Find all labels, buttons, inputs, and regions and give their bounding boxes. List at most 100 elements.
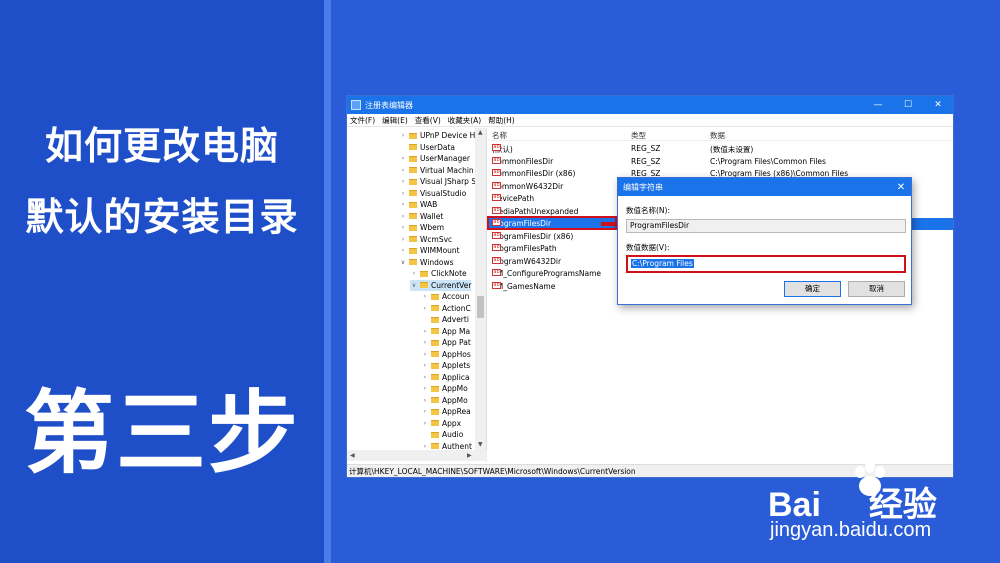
- tree-item[interactable]: › Accoun: [421, 291, 470, 302]
- menu-help[interactable]: 帮助(H): [488, 115, 515, 126]
- chevron-right-icon[interactable]: ›: [399, 213, 407, 220]
- value-name-text: CommonFilesDir (x86): [492, 169, 576, 178]
- maximize-icon[interactable]: ☐: [893, 96, 923, 114]
- folder-icon: [409, 236, 417, 242]
- scroll-up-icon[interactable]: ▲: [478, 129, 483, 136]
- chevron-down-icon[interactable]: ∨: [399, 259, 407, 266]
- tree-item[interactable]: › VisualStudio: [399, 188, 466, 199]
- scroll-thumb[interactable]: [477, 296, 484, 318]
- chevron-down-icon[interactable]: ∨: [410, 282, 418, 289]
- chevron-right-icon[interactable]: ›: [421, 305, 429, 312]
- chevron-right-icon[interactable]: ›: [421, 420, 429, 427]
- folder-icon: [409, 201, 417, 208]
- dialog-title: 编辑字符串: [623, 182, 663, 192]
- edit-string-dialog: 编辑字符串 ✕ 数值名称(N): ProgramFilesDir 数值数据(V)…: [617, 177, 912, 305]
- tree-item[interactable]: › Applica: [421, 372, 470, 383]
- tree-item[interactable]: › Wbem: [399, 222, 444, 233]
- chevron-right-icon[interactable]: ›: [421, 385, 429, 392]
- tree-item[interactable]: › AppHos: [421, 349, 471, 360]
- minimize-icon[interactable]: —: [863, 96, 893, 114]
- scroll-right-icon[interactable]: ▶: [467, 452, 472, 459]
- tree-item-label: Applica: [442, 372, 470, 382]
- tree-item[interactable]: › Applets: [421, 360, 470, 371]
- chevron-right-icon[interactable]: ›: [421, 374, 429, 381]
- tree-item[interactable]: Audio: [421, 429, 463, 440]
- tree-item[interactable]: Adverti: [421, 314, 469, 325]
- chevron-right-icon[interactable]: ›: [399, 247, 407, 254]
- chevron-right-icon[interactable]: ›: [399, 155, 407, 162]
- chevron-right-icon[interactable]: ›: [410, 270, 418, 277]
- tree-item[interactable]: › UPnP Device H: [399, 130, 475, 141]
- tree-vertical-scrollbar[interactable]: ▲ ▼: [475, 128, 486, 450]
- close-icon[interactable]: ✕: [923, 96, 953, 114]
- tree-item[interactable]: › UserManager: [399, 153, 470, 164]
- chevron-right-icon[interactable]: ›: [399, 201, 407, 208]
- chevron-right-icon[interactable]: ›: [421, 328, 429, 335]
- chevron-right-icon[interactable]: ›: [399, 236, 407, 243]
- tree-item[interactable]: › AppRea: [421, 406, 471, 417]
- tree-item[interactable]: › AppMo: [421, 383, 468, 394]
- folder-icon: [431, 328, 439, 334]
- tree-item[interactable]: › WAB: [399, 199, 438, 210]
- tree-item[interactable]: › Appx: [421, 418, 461, 429]
- chevron-right-icon[interactable]: ›: [421, 397, 429, 404]
- cancel-button[interactable]: 取消: [848, 281, 905, 297]
- chevron-right-icon[interactable]: ›: [399, 178, 407, 185]
- value-data-label: 数值数据(V):: [626, 243, 670, 252]
- chevron-right-icon[interactable]: ›: [421, 293, 429, 300]
- scroll-left-icon[interactable]: ◀: [350, 452, 355, 459]
- tree-item[interactable]: › AppMo: [421, 395, 468, 406]
- value-name-cell: ab ProgramW6432Dir: [492, 256, 562, 266]
- tree-item[interactable]: › WIMMount: [399, 245, 460, 256]
- chevron-right-icon[interactable]: ›: [399, 132, 407, 139]
- chevron-right-icon[interactable]: ›: [399, 224, 407, 231]
- menu-favorites[interactable]: 收藏夹(A): [448, 115, 481, 126]
- step-label: 第三步: [24, 381, 300, 486]
- tree-item[interactable]: › App Ma: [421, 326, 470, 337]
- value-name-field[interactable]: ProgramFilesDir: [626, 219, 906, 233]
- column-data[interactable]: 数据: [710, 130, 725, 141]
- tree-item[interactable]: UserData: [399, 142, 455, 153]
- watermark-url: jingyan.baidu.com: [770, 519, 932, 541]
- value-data-field[interactable]: C:\Program Files: [626, 255, 906, 273]
- tree-horizontal-scrollbar[interactable]: ◀ ▶: [347, 450, 487, 461]
- value-type-cell: REG_SZ: [631, 156, 661, 166]
- dialog-titlebar[interactable]: 编辑字符串 ✕: [618, 178, 911, 196]
- folder-icon: [431, 293, 439, 300]
- column-type[interactable]: 类型: [631, 130, 646, 141]
- chevron-right-icon[interactable]: ›: [421, 408, 429, 415]
- tree-item[interactable]: › Wallet: [399, 211, 443, 222]
- value-name-text: ProgramW6432Dir: [492, 256, 562, 266]
- tree-item[interactable]: › Virtual Machin: [399, 165, 474, 176]
- tree-item[interactable]: ∨ CurrentVer: [410, 279, 472, 291]
- chevron-right-icon[interactable]: ›: [421, 443, 429, 450]
- table-row[interactable]: ab (默认) REG_SZ (数值未设置): [488, 143, 953, 155]
- value-name-cell: ab CommonFilesDir: [492, 156, 553, 166]
- chevron-right-icon[interactable]: ›: [421, 351, 429, 358]
- tree-item[interactable]: › WcmSvc: [399, 234, 452, 245]
- chevron-right-icon[interactable]: ›: [421, 339, 429, 346]
- window-titlebar[interactable]: 注册表编辑器 — ☐ ✕: [347, 96, 953, 114]
- chevron-right-icon[interactable]: ›: [399, 167, 407, 174]
- folder-icon: [431, 420, 439, 426]
- folder-icon: [420, 270, 428, 277]
- chevron-right-icon[interactable]: ›: [421, 362, 429, 369]
- tree-item[interactable]: › ClickNote: [410, 268, 467, 279]
- folder-icon: [409, 190, 417, 196]
- tree-item[interactable]: ∨ Windows: [399, 257, 454, 268]
- menu-view[interactable]: 查看(V): [415, 115, 441, 126]
- chevron-right-icon[interactable]: ›: [399, 190, 407, 197]
- scroll-down-icon[interactable]: ▼: [478, 441, 483, 448]
- value-name-cell: ab SM_GamesName: [492, 281, 555, 291]
- menu-file[interactable]: 文件(F): [350, 115, 375, 126]
- dialog-close-icon[interactable]: ✕: [891, 182, 911, 193]
- registry-tree[interactable]: › UPnP Device H UserData › UserManager › Virtu…: [347, 128, 487, 462]
- table-row[interactable]: ab CommonFilesDir REG_SZ C:\Program Files\C…: [488, 156, 953, 168]
- ok-button[interactable]: 确定: [784, 281, 841, 297]
- tree-item-label: App Pat: [442, 338, 471, 347]
- tree-item[interactable]: › ActionC: [421, 303, 471, 314]
- tree-item[interactable]: › App Pat: [421, 337, 471, 348]
- menu-edit[interactable]: 编辑(E): [382, 115, 408, 126]
- column-name[interactable]: 名称: [492, 130, 507, 141]
- tree-item[interactable]: › Visual JSharp S: [399, 176, 476, 187]
